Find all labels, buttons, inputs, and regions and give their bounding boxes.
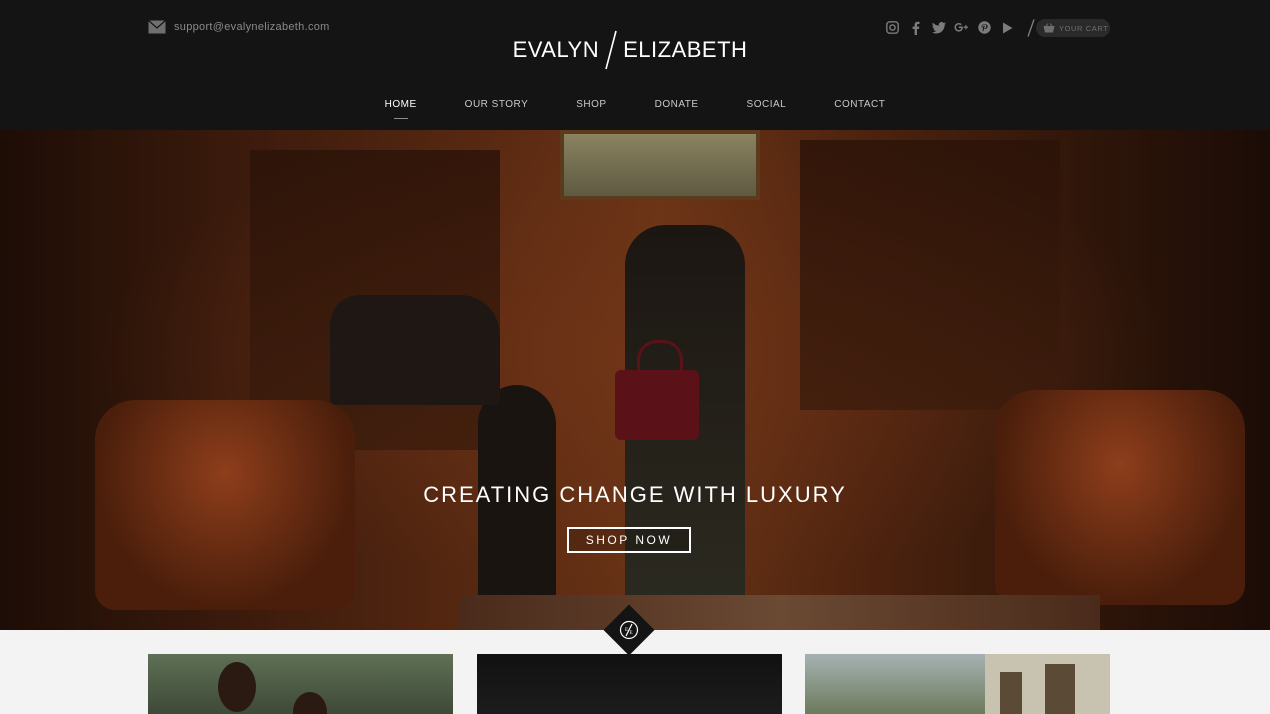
twitter-icon[interactable] bbox=[931, 19, 946, 36]
nav-item-shop[interactable]: SHOP bbox=[552, 99, 630, 110]
building-window bbox=[1045, 664, 1075, 714]
building-window bbox=[1000, 672, 1022, 714]
rug bbox=[460, 595, 1100, 630]
youtube-icon[interactable] bbox=[1000, 19, 1015, 36]
model-boy bbox=[330, 295, 500, 405]
site-logo[interactable]: EVALYN ELIZABETH bbox=[508, 30, 752, 70]
main-nav: HOME OUR STORY SHOP DONATE SOCIAL CONTAC… bbox=[0, 99, 1270, 119]
hero-banner: CREATING CHANGE WITH LUXURY SHOP NOW bbox=[0, 130, 1270, 630]
nav-item-our-story[interactable]: OUR STORY bbox=[441, 99, 553, 110]
logo-text-left: EVALYN bbox=[512, 37, 600, 62]
support-email[interactable]: support@evalynelizabeth.com bbox=[148, 20, 330, 34]
feature-card-2[interactable] bbox=[477, 654, 782, 714]
mail-icon bbox=[148, 20, 166, 34]
feature-card-3[interactable] bbox=[805, 654, 1110, 714]
feature-card-1[interactable] bbox=[148, 654, 453, 714]
basket-icon bbox=[1043, 23, 1055, 33]
nav-item-home[interactable]: HOME bbox=[361, 99, 441, 119]
support-email-text[interactable]: support@evalynelizabeth.com bbox=[174, 21, 330, 33]
pinterest-icon[interactable] bbox=[977, 19, 992, 36]
svg-text:E: E bbox=[630, 631, 633, 636]
site-header: support@evalynelizabeth.com EVALYN ELIZA… bbox=[0, 0, 1270, 130]
google-plus-icon[interactable] bbox=[954, 19, 969, 36]
svg-text:E: E bbox=[625, 628, 628, 633]
instagram-icon[interactable] bbox=[885, 19, 900, 36]
cart-button[interactable]: YOUR CART bbox=[1036, 19, 1110, 37]
facebook-icon[interactable] bbox=[908, 19, 923, 36]
hero-title: CREATING CHANGE WITH LUXURY bbox=[423, 482, 847, 507]
logo-slash-icon bbox=[605, 30, 617, 70]
cart-label: YOUR CART bbox=[1059, 23, 1109, 33]
shop-now-button[interactable]: SHOP NOW bbox=[567, 527, 691, 553]
social-links bbox=[885, 18, 1038, 37]
brand-emblem-icon: E E bbox=[619, 620, 639, 640]
nav-item-donate[interactable]: DONATE bbox=[631, 99, 723, 110]
handbag bbox=[615, 340, 699, 440]
logo-text-right: ELIZABETH bbox=[623, 37, 748, 62]
wall-painting bbox=[560, 130, 760, 200]
nav-item-social[interactable]: SOCIAL bbox=[723, 99, 811, 110]
bookshelf-right bbox=[800, 140, 1060, 410]
child-portrait bbox=[293, 692, 327, 714]
child-portrait bbox=[218, 662, 256, 712]
nav-item-contact[interactable]: CONTACT bbox=[810, 99, 909, 110]
